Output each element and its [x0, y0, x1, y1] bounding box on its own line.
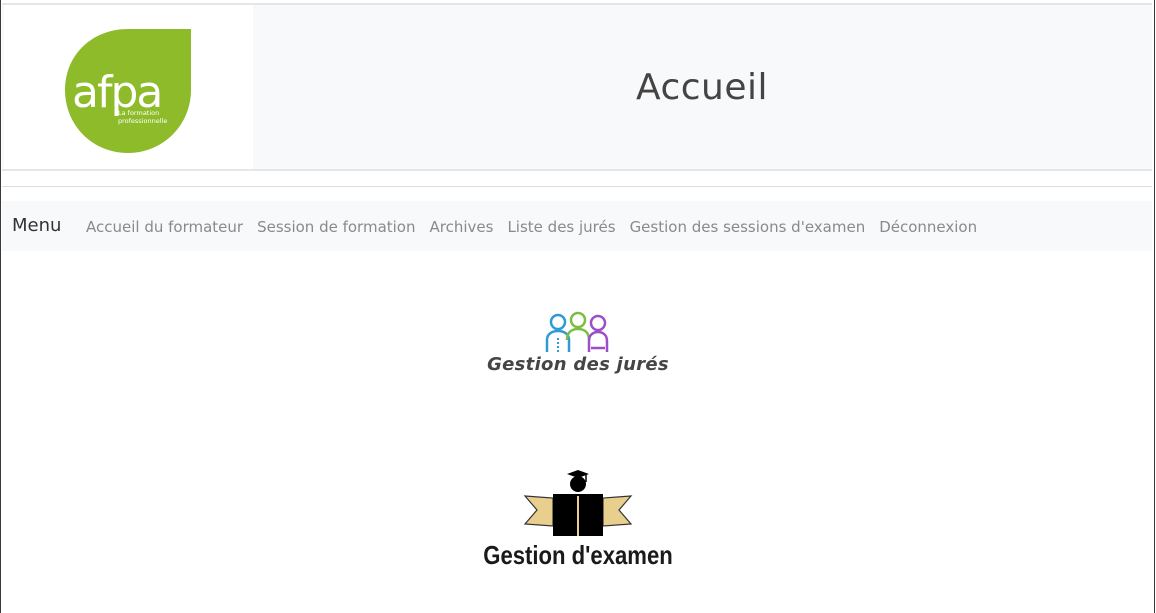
tile-gestion-examen-label: Gestion d'examen: [483, 540, 673, 570]
people-icon: [545, 311, 609, 352]
nav-link-liste-jures[interactable]: Liste des jurés: [507, 218, 615, 236]
nav-link-session-formation[interactable]: Session de formation: [257, 218, 415, 236]
navbar: Menu Accueil du formateur Session de for…: [2, 201, 1152, 251]
afpa-logo[interactable]: afpa La formation professionnelle: [4, 5, 253, 169]
page-title: Accueil: [635, 67, 769, 108]
nav-link-gestion-sessions-examen[interactable]: Gestion des sessions d'examen: [630, 218, 866, 236]
nav-links: Accueil du formateur Session de formatio…: [86, 218, 977, 236]
tile-gestion-jures-label: Gestion des jurés: [487, 354, 669, 375]
tile-gestion-jures[interactable]: Gestion des jurés: [0, 310, 1156, 375]
afpa-logo-icon: afpa La formation professionnelle: [65, 29, 191, 153]
page-header: afpa La formation professionnelle Accuei…: [2, 3, 1152, 171]
graduate-book-icon: [523, 470, 633, 536]
divider: [2, 186, 1152, 187]
tile-gestion-examen[interactable]: Gestion d'examen: [0, 468, 1156, 571]
svg-text:professionnelle: professionnelle: [118, 117, 167, 125]
svg-text:La formation: La formation: [118, 109, 159, 117]
nav-link-accueil-formateur[interactable]: Accueil du formateur: [86, 218, 243, 236]
nav-link-deconnexion[interactable]: Déconnexion: [879, 218, 977, 236]
nav-link-archives[interactable]: Archives: [430, 218, 494, 236]
menu-brand[interactable]: Menu: [12, 215, 61, 236]
